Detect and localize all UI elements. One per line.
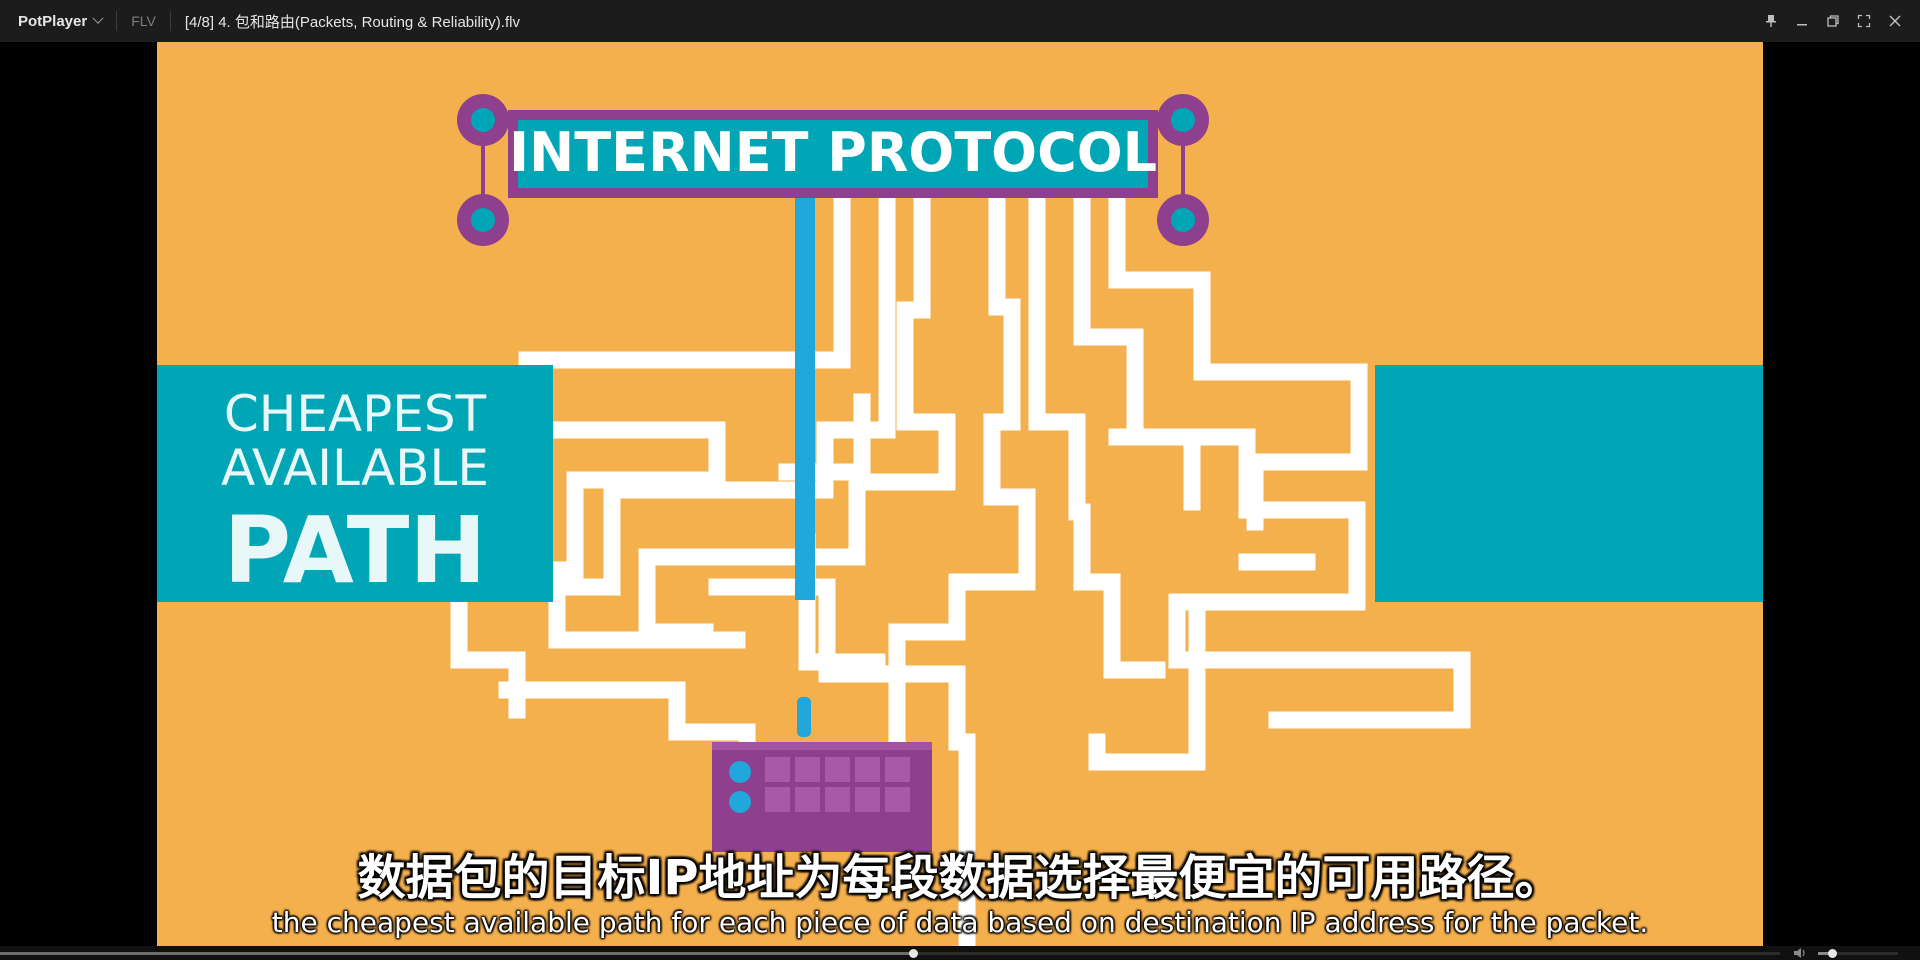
minimize-icon [1796,24,1807,26]
minimize-button[interactable] [1786,0,1817,42]
close-icon [1888,15,1901,27]
seek-bar-thumb[interactable] [909,949,919,958]
format-label: FLV [131,13,156,29]
data-path-line [795,180,815,600]
restore-button[interactable] [1817,0,1848,42]
right-teal-panel [1375,365,1763,602]
pin-button[interactable] [1755,0,1786,42]
panel-line-3: PATH [224,497,487,604]
file-title: [4/8] 4. 包和路由(Packets, Routing & Reliabi… [184,13,520,31]
title-bar: PotPlayer FLV [4/8] 4. 包和路由(Packets, Rou… [0,0,1920,43]
video-area[interactable]: INTERNET PROTOCOL CHEAPEST AVAILABLE PAT… [0,42,1920,946]
video-content: INTERNET PROTOCOL CHEAPEST AVAILABLE PAT… [157,42,1763,946]
pin-icon [1765,15,1776,27]
volume-slider[interactable] [1818,949,1898,958]
subtitle-chinese: 数据包的目标IP地址为每段数据选择最便宜的可用路径。 [357,850,1563,906]
volume-icon[interactable] [1793,947,1809,959]
seek-bar-fill [0,952,914,955]
panel-line-2: AVAILABLE [221,439,489,497]
close-button[interactable] [1879,0,1910,42]
window-controls [1755,0,1910,42]
control-strip [0,946,1920,960]
restore-icon [1826,15,1839,27]
router-box [712,742,932,852]
fullscreen-icon [1857,14,1870,28]
chevron-down-icon [92,12,104,24]
volume-slider-thumb[interactable] [1828,949,1838,958]
video-frame[interactable]: INTERNET PROTOCOL CHEAPEST AVAILABLE PAT… [157,42,1763,946]
data-path-segment [797,697,811,737]
app-menu-button[interactable]: PotPlayer [0,0,116,42]
subtitle-english: the cheapest available path for each pie… [271,906,1649,939]
fullscreen-button[interactable] [1848,0,1879,42]
app-name-label: PotPlayer [18,12,88,30]
banner-text: INTERNET PROTOCOL [509,121,1157,184]
cheapest-available-path-panel: CHEAPEST AVAILABLE PATH [157,365,553,604]
seek-bar[interactable] [0,949,1780,958]
panel-line-1: CHEAPEST [224,385,487,443]
